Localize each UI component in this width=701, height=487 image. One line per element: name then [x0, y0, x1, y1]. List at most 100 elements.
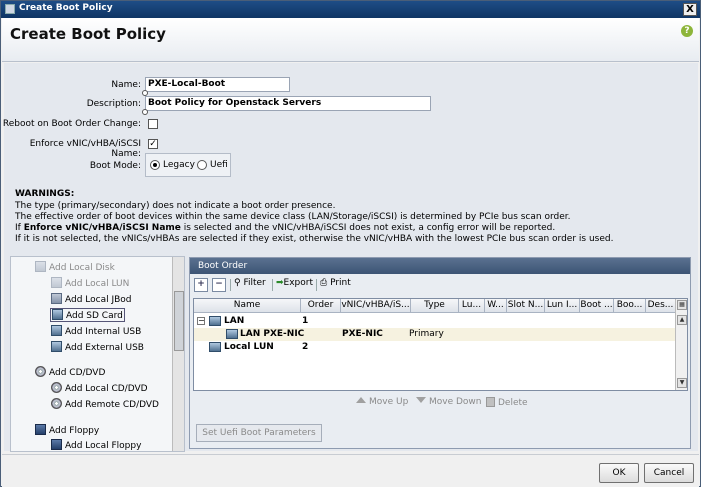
warning-line-3: If Enforce vNIC/vHBA/iSCSI Name is selec… [15, 223, 555, 233]
arrow-up-icon [356, 397, 366, 403]
item-label: Add Local CD/DVD [65, 384, 148, 394]
scroll-down-icon[interactable]: ▼ [677, 378, 687, 388]
move-down-label: Move Down [429, 397, 482, 407]
export-icon: ➡ [276, 278, 284, 288]
column-header-lun[interactable]: Lu... [459, 299, 485, 313]
scroll-up-icon[interactable]: ▲ [677, 315, 687, 325]
move-down-button[interactable]: Move Down [416, 397, 482, 407]
column-header-description[interactable]: Des... [646, 299, 676, 313]
column-header-boot[interactable]: Boot ... [580, 299, 614, 313]
boot-mode-group: Legacy Uefi [145, 153, 231, 177]
scrollbar-thumb[interactable] [174, 291, 184, 351]
item-label: Add Local LUN [65, 279, 130, 289]
add-local-disk-item: Add Local Disk [35, 261, 115, 273]
table-row[interactable]: LAN PXE-NIC PXE-NIC Primary [194, 328, 676, 341]
row-vnic: PXE-NIC [342, 329, 383, 339]
add-local-cd-dvd-item[interactable]: Add Local CD/DVD [51, 382, 148, 394]
remove-icon[interactable]: − [212, 278, 226, 292]
item-label: Add Internal USB [65, 327, 142, 337]
column-chooser-icon[interactable]: ▦ [677, 300, 687, 310]
cancel-button[interactable]: Cancel [644, 463, 694, 483]
export-button[interactable]: ➡Export [276, 278, 313, 292]
column-header-vnic[interactable]: vNIC/vHBA/iS... [341, 299, 411, 313]
add-internal-usb-item[interactable]: Add Internal USB [51, 325, 141, 337]
column-header-wwn[interactable]: W... [485, 299, 507, 313]
table-row[interactable]: − LAN 1 [194, 315, 676, 328]
column-header-type[interactable]: Type [411, 299, 459, 313]
device-list-scrollbar[interactable] [172, 257, 184, 451]
floppy-icon [35, 424, 46, 435]
cd-icon [51, 382, 62, 393]
warning-line-1: The type (primary/secondary) does not in… [15, 201, 336, 211]
add-icon[interactable]: + [194, 278, 208, 292]
set-uefi-boot-parameters-button[interactable]: Set Uefi Boot Parameters [196, 424, 322, 442]
add-local-floppy-item[interactable]: Add Local Floppy [51, 439, 141, 451]
row-type: Primary [409, 329, 444, 339]
legacy-radio[interactable] [150, 160, 160, 170]
dialog-header: Create Boot Policy ? [2, 18, 699, 62]
help-icon[interactable]: ? [681, 25, 693, 37]
add-local-jbod-item[interactable]: Add Local JBod [51, 293, 132, 305]
add-remote-cd-dvd-item[interactable]: Add Remote CD/DVD [51, 398, 159, 410]
row-name: Local LUN [224, 342, 274, 352]
uefi-radio-label: Uefi [210, 160, 228, 170]
usb-icon [51, 341, 62, 352]
boot-mode-label: Boot Mode: [89, 161, 141, 171]
description-label: Description: [86, 99, 141, 109]
item-label: Add SD Card [66, 311, 123, 321]
create-boot-policy-window: Create Boot Policy X Create Boot Policy … [0, 0, 701, 487]
item-label: Add Floppy [49, 426, 100, 436]
item-label: Add External USB [65, 343, 144, 353]
page-title: Create Boot Policy [10, 25, 166, 43]
trash-icon [486, 397, 495, 407]
move-controls: Move Up Move Down Delete [190, 397, 690, 411]
dialog-footer: OK Cancel [2, 454, 699, 487]
boot-order-title: Boot Order [190, 258, 690, 274]
title-bar: Create Boot Policy X [1, 1, 700, 18]
filter-label: Filter [243, 278, 266, 288]
sd-card-icon [52, 309, 63, 320]
item-label: Add Remote CD/DVD [65, 400, 159, 410]
lun-icon [209, 342, 221, 352]
disk-icon [51, 277, 62, 288]
item-label: Add CD/DVD [49, 368, 106, 378]
add-floppy-item[interactable]: Add Floppy [35, 424, 99, 436]
row-order: 1 [302, 316, 309, 326]
boot-order-table: Name Order vNIC/vHBA/iS... Type Lu... W.… [193, 298, 688, 391]
item-label: Add Local Disk [49, 263, 115, 273]
boot-order-panel: Boot Order + − ⚲ Filter ➡Export ⎙ Print … [189, 257, 691, 449]
table-scrollbar[interactable]: ▦ ▲ ▼ [675, 299, 687, 390]
uefi-radio[interactable] [197, 160, 207, 170]
ok-button[interactable]: OK [599, 463, 639, 483]
warnings-title: WARNINGS: [15, 189, 75, 199]
collapse-icon[interactable]: − [197, 317, 205, 325]
description-field[interactable]: Boot Policy for Openstack Servers [145, 96, 431, 111]
arrow-down-icon [416, 397, 426, 403]
window-icon [5, 4, 15, 14]
column-header-order[interactable]: Order [301, 299, 341, 313]
enforce-name-checkbox[interactable]: ✓ [148, 139, 158, 149]
column-header-lun-id[interactable]: Lun I... [545, 299, 580, 313]
cd-icon [51, 398, 62, 409]
reboot-checkbox[interactable] [148, 119, 158, 129]
table-row[interactable]: Local LUN 2 [194, 341, 676, 354]
name-field[interactable]: PXE-Local-Boot [145, 77, 290, 92]
close-icon[interactable]: X [683, 3, 697, 16]
filter-button[interactable]: ⚲ Filter [234, 278, 266, 292]
column-header-name[interactable]: Name [194, 299, 301, 313]
add-cd-dvd-item[interactable]: Add CD/DVD [35, 366, 105, 378]
column-header-slot[interactable]: Slot N... [507, 299, 545, 313]
print-button[interactable]: ⎙ Print [320, 278, 351, 292]
row-name: LAN [224, 316, 245, 326]
move-up-button[interactable]: Move Up [356, 397, 408, 407]
item-label: Add Local Floppy [65, 441, 142, 451]
delete-label: Delete [498, 398, 528, 408]
add-sd-card-item[interactable]: Add SD Card [50, 308, 125, 322]
delete-button[interactable]: Delete [486, 397, 528, 408]
column-header-boot-2[interactable]: Boo... [614, 299, 646, 313]
floppy-icon [51, 439, 62, 450]
window-title: Create Boot Policy [19, 3, 113, 13]
add-external-usb-item[interactable]: Add External USB [51, 341, 144, 353]
warning-text: If [15, 223, 24, 233]
reboot-label: Reboot on Boot Order Change: [2, 119, 141, 129]
